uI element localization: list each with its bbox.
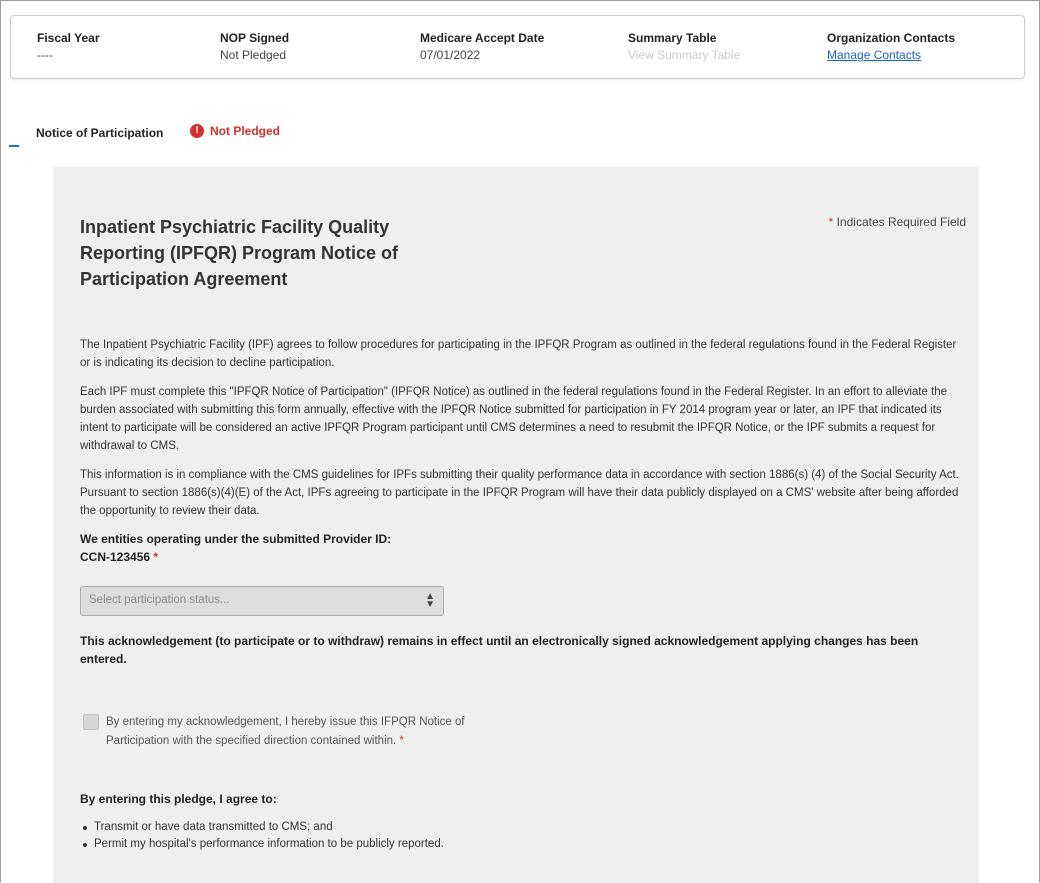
nop-signed-value: Not Pledged <box>220 48 287 62</box>
participation-status-text: Not Pledged <box>210 124 281 138</box>
notice-of-participation-heading: Notice of Participation <box>36 126 164 140</box>
select-placeholder: Select participation status... <box>89 594 230 606</box>
acknowledgement-checkbox-label: By entering my acknowledgement, I hereby… <box>106 713 476 751</box>
required-star: * <box>828 215 834 229</box>
participation-status: ! Not Pledged <box>190 124 280 138</box>
organization-contacts-label: Organization Contacts <box>827 31 956 45</box>
participation-status-select[interactable]: Select participation status... ▲ ▼ <box>80 586 444 616</box>
entities-label: We entities operating under the submitte… <box>80 532 392 546</box>
form-title: Inpatient Psychiatric Facility Quality R… <box>80 217 399 289</box>
nop-form-panel: Inpatient Psychiatric Facility Quality R… <box>53 167 979 883</box>
summary-medicare-accept-date: Medicare Accept Date 07/01/2022 <box>420 31 544 62</box>
agree-list: Transmit or have data transmitted to CMS… <box>80 819 444 853</box>
summary-organization-contacts: Organization Contacts Manage Contacts <box>827 31 955 62</box>
alert-circle-icon: ! <box>190 124 204 138</box>
ccn-value: CCN-123456 <box>80 550 151 564</box>
summary-summary-table: Summary Table View Summary Table <box>628 31 740 62</box>
required-field-note: * Indicates Required Field <box>829 215 966 229</box>
acknowledgement-note: This acknowledgement (to participate or … <box>80 634 919 666</box>
medicare-accept-date-label: Medicare Accept Date <box>420 31 545 45</box>
nop-signed-label: NOP Signed <box>220 31 290 45</box>
summary-nop-signed: NOP Signed Not Pledged <box>220 31 289 62</box>
acknowledgement-checkbox[interactable] <box>83 714 99 730</box>
required-note-text: Indicates Required Field <box>836 215 966 229</box>
summary-table-label: Summary Table <box>628 31 717 45</box>
provider-ccn: CCN-123456 * <box>80 550 158 564</box>
summary-bar: Fiscal Year ---- NOP Signed Not Pledged … <box>10 15 1025 79</box>
agree-heading: By entering this pledge, I agree to: <box>80 792 277 806</box>
sort-arrows-icon: ▲ ▼ <box>425 591 435 610</box>
fiscal-year-label: Fiscal Year <box>37 31 100 45</box>
manage-contacts-link[interactable]: Manage Contacts <box>827 48 955 62</box>
active-tab-indicator <box>9 145 19 147</box>
ccn-required-star: * <box>153 550 159 564</box>
fiscal-year-value: ---- <box>37 48 53 62</box>
view-summary-table-link[interactable]: View Summary Table <box>628 48 740 62</box>
checkbox-required-star: * <box>399 735 404 747</box>
list-item: Transmit or have data transmitted to CMS… <box>80 819 444 836</box>
checkbox-label-text: By entering my acknowledgement, I hereby… <box>106 716 465 747</box>
intro-paragraph-3: This information is in compliance with t… <box>80 469 959 517</box>
list-item: Permit my hospital's performance informa… <box>80 836 444 853</box>
summary-fiscal-year: Fiscal Year ---- <box>37 31 100 62</box>
medicare-accept-date-value: 07/01/2022 <box>420 48 481 62</box>
intro-paragraph-1: The Inpatient Psychiatric Facility (IPF)… <box>80 339 957 369</box>
intro-paragraph-2: Each IPF must complete this "IPFQR Notic… <box>80 386 948 452</box>
